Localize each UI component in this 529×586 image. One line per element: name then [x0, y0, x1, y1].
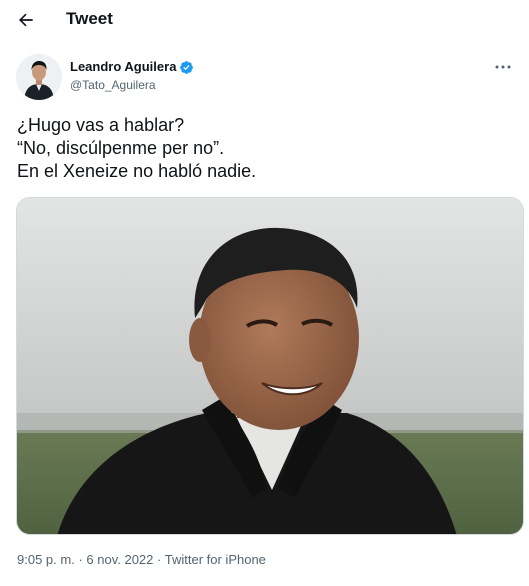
verified-badge-icon — [180, 60, 194, 74]
more-options-button[interactable] — [490, 56, 516, 78]
tweet-text-line: “No, discúlpenme per no”. — [17, 138, 225, 158]
tweet-text-line: En el Xeneize no habló nadie. — [17, 161, 257, 181]
tweet-date[interactable]: 6 nov. 2022 — [86, 552, 153, 567]
tweet-author: Leandro Aguilera @Tato_Aguilera — [16, 54, 516, 100]
user-handle[interactable]: @Tato_Aguilera — [70, 77, 156, 93]
display-name-row: Leandro Aguilera — [70, 58, 194, 76]
avatar[interactable] — [16, 54, 62, 100]
tweet-text: ¿Hugo vas a hablar? “No, discúlpenme per… — [17, 114, 517, 183]
meta-separator: · — [78, 552, 83, 567]
display-name[interactable]: Leandro Aguilera — [70, 58, 176, 76]
tweet-time[interactable]: 9:05 p. m. — [17, 552, 75, 567]
tweet-meta: 9:05 p. m. · 6 nov. 2022 · Twitter for i… — [17, 552, 266, 568]
photo-image — [17, 198, 523, 534]
tweet-source[interactable]: Twitter for iPhone — [165, 552, 266, 567]
page-title: Tweet — [66, 9, 113, 28]
arrow-left-icon — [19, 13, 33, 27]
meta-separator: · — [157, 552, 162, 567]
avatar-image — [16, 54, 62, 100]
top-bar: Tweet — [0, 0, 529, 40]
tweet-text-line: ¿Hugo vas a hablar? — [17, 115, 185, 135]
back-button[interactable] — [12, 6, 40, 34]
more-horizontal-icon — [495, 65, 511, 69]
tweet-photo[interactable] — [16, 197, 524, 535]
